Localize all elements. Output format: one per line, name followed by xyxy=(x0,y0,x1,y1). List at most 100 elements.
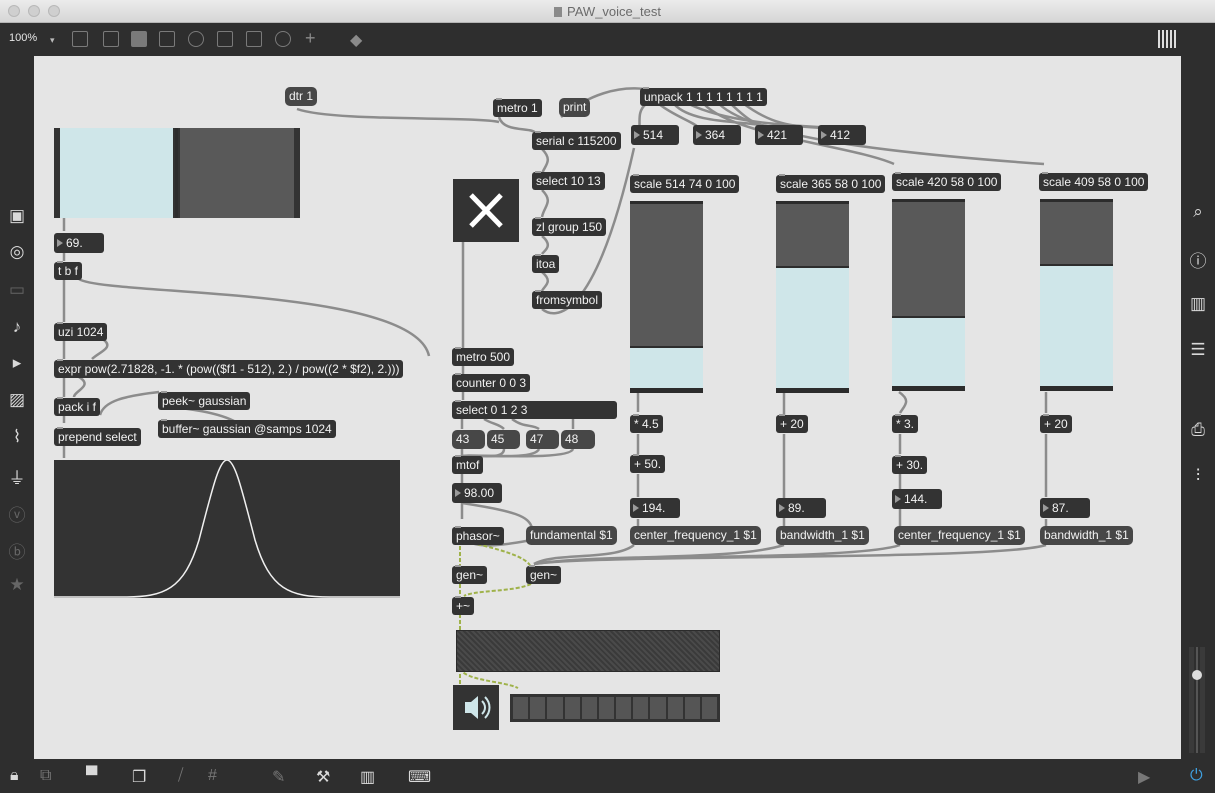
search-icon[interactable]: ⌕ xyxy=(1181,202,1215,222)
message-47[interactable]: 47 xyxy=(526,430,559,449)
trigger-object[interactable]: t b f xyxy=(54,261,83,280)
scale-object-2[interactable]: scale 365 58 0 100 xyxy=(776,174,886,193)
audio-power-icon[interactable]: ⏻ xyxy=(1190,767,1203,785)
expr-object[interactable]: expr pow(2.71828, -1. * (pow(($f1 - 512)… xyxy=(54,359,404,378)
center-frequency-message-1[interactable]: center_frequency_1 $1 xyxy=(630,526,761,545)
mute-icon[interactable]: ⧸ xyxy=(178,767,183,785)
number-194[interactable]: 194. xyxy=(630,498,680,518)
volume-meter[interactable] xyxy=(1186,645,1208,755)
prepend-object[interactable]: prepend select xyxy=(54,427,141,446)
select-0123-object[interactable]: select 0 1 2 3 xyxy=(452,400,617,419)
b-circle-icon[interactable]: ⓑ xyxy=(0,538,34,563)
number-87[interactable]: 87. xyxy=(1040,498,1090,518)
info-icon[interactable]: ⓘ xyxy=(1181,247,1215,272)
presentation-mode-icon[interactable]: ▀ xyxy=(86,767,97,785)
message-43[interactable]: 43 xyxy=(452,430,485,449)
text-object-icon[interactable] xyxy=(103,31,119,47)
sliders-icon[interactable]: ⫶ xyxy=(1181,466,1215,486)
plus-20-object-2[interactable]: + 20 xyxy=(1040,414,1072,433)
fundamental-message[interactable]: fundamental $1 xyxy=(526,526,617,545)
number-421[interactable]: 421 xyxy=(755,125,803,145)
paint-bucket-icon[interactable]: ◆ xyxy=(350,30,362,50)
toggle-x[interactable] xyxy=(453,179,519,242)
wrench-icon[interactable]: ⚒ xyxy=(316,767,330,787)
message-48[interactable]: 48 xyxy=(561,430,595,449)
center-frequency-message-2[interactable]: center_frequency_1 $1 xyxy=(894,526,1025,545)
waveform-display[interactable] xyxy=(54,459,400,598)
slider-2[interactable] xyxy=(776,201,849,393)
slider-1[interactable] xyxy=(630,201,703,393)
edit-mode-icon[interactable]: ⧉ xyxy=(40,767,51,785)
scale-object-1[interactable]: scale 514 74 0 100 xyxy=(630,174,740,193)
zoom-chevron-icon[interactable]: ▾ xyxy=(50,35,55,46)
message-icon[interactable] xyxy=(159,31,175,47)
vimeo-icon[interactable]: ⓥ xyxy=(0,501,34,526)
tablet-icon[interactable]: ▭ xyxy=(0,280,34,300)
play-list-icon[interactable]: ▸ xyxy=(0,353,34,373)
zoom-level[interactable]: 100% xyxy=(9,32,37,44)
list-icon[interactable]: ☰ xyxy=(1181,340,1215,360)
speaker-icon[interactable] xyxy=(453,685,499,730)
button-object-icon[interactable] xyxy=(188,31,204,47)
number-412[interactable]: 412 xyxy=(818,125,866,145)
plus-20-object-1[interactable]: + 20 xyxy=(776,414,808,433)
select-10-13-object[interactable]: select 10 13 xyxy=(532,171,605,190)
bandwidth-message-2[interactable]: bandwidth_1 $1 xyxy=(1040,526,1133,545)
transport-play-icon[interactable]: ▶ xyxy=(1138,767,1150,787)
buffer-object[interactable]: buffer~ gaussian @samps 1024 xyxy=(158,419,336,438)
plus-30-object[interactable]: + 30. xyxy=(892,455,928,474)
piano-icon[interactable]: ▥ xyxy=(360,767,375,787)
windows-icon[interactable]: ❐ xyxy=(132,767,146,787)
number-98[interactable]: 98.00 xyxy=(452,483,502,503)
paperclip-icon[interactable]: ⌇ xyxy=(0,427,34,447)
grid-icon[interactable]: # xyxy=(208,767,217,785)
image-icon[interactable]: ▨ xyxy=(0,390,34,410)
camera-icon[interactable]: ⎙ xyxy=(1181,420,1215,440)
keyboard-icon[interactable]: ⌨ xyxy=(408,767,431,787)
zl-group-object[interactable]: zl group 150 xyxy=(532,217,607,236)
mtof-object[interactable]: mtof xyxy=(452,455,484,474)
counter-object[interactable]: counter 0 0 3 xyxy=(452,373,531,392)
slider-3[interactable] xyxy=(892,199,965,391)
number-514[interactable]: 514 xyxy=(631,125,679,145)
multislider-bar-1[interactable] xyxy=(60,128,173,218)
gen-object-1[interactable]: gen~ xyxy=(452,565,488,584)
scale-object-3[interactable]: scale 420 58 0 100 xyxy=(892,172,1002,191)
debug-icon[interactable]: ✎ xyxy=(272,767,285,787)
scale-object-4[interactable]: scale 409 58 0 100 xyxy=(1039,172,1149,191)
plus-50-object[interactable]: + 50. xyxy=(630,454,666,473)
itoa-object[interactable]: itoa xyxy=(532,254,560,273)
number-144[interactable]: 144. xyxy=(892,489,942,509)
metro-1-object[interactable]: metro 1 xyxy=(493,98,542,117)
plug-icon[interactable]: ⏚ xyxy=(0,464,34,489)
metro-500-object[interactable]: metro 500 xyxy=(452,347,515,366)
slider-object-icon[interactable] xyxy=(246,31,262,47)
grid-view-icon[interactable] xyxy=(1158,30,1178,48)
multislider-bar-2[interactable] xyxy=(180,128,294,218)
multislider[interactable] xyxy=(54,128,300,218)
cube-icon[interactable]: ▣ xyxy=(0,206,34,226)
fromsymbol-object[interactable]: fromsymbol xyxy=(532,290,603,309)
bandwidth-message-1[interactable]: bandwidth_1 $1 xyxy=(776,526,869,545)
patcher-canvas[interactable]: dtr 1 metro 1 print unpack 1 1 1 1 1 1 1… xyxy=(34,56,1181,759)
lock-icon[interactable]: 🔒︎ xyxy=(10,767,19,785)
multiply-3-object[interactable]: * 3. xyxy=(892,414,919,433)
serial-object[interactable]: serial c 115200 xyxy=(532,131,621,150)
multiply-4-5-object[interactable]: * 4.5 xyxy=(630,414,663,433)
dtr-message[interactable]: dtr 1 xyxy=(285,87,318,106)
toggle-object-icon[interactable] xyxy=(217,31,233,47)
plus-tilde-object[interactable]: +~ xyxy=(452,596,475,615)
uzi-object[interactable]: uzi 1024 xyxy=(54,322,108,341)
print-object[interactable]: print xyxy=(559,98,591,117)
message-45[interactable]: 45 xyxy=(487,430,520,449)
columns-icon[interactable]: ▥ xyxy=(1181,294,1215,314)
slider-4[interactable] xyxy=(1040,199,1113,391)
add-object-icon[interactable]: + xyxy=(305,28,316,49)
presentation-icon[interactable] xyxy=(72,31,88,47)
comment-icon[interactable] xyxy=(131,31,147,47)
music-note-icon[interactable]: ♪ xyxy=(0,317,34,337)
number-69[interactable]: 69. xyxy=(54,233,104,253)
gen-object-2[interactable]: gen~ xyxy=(526,565,562,584)
star-icon[interactable]: ★ xyxy=(0,575,34,595)
dial-object-icon[interactable] xyxy=(275,31,291,47)
